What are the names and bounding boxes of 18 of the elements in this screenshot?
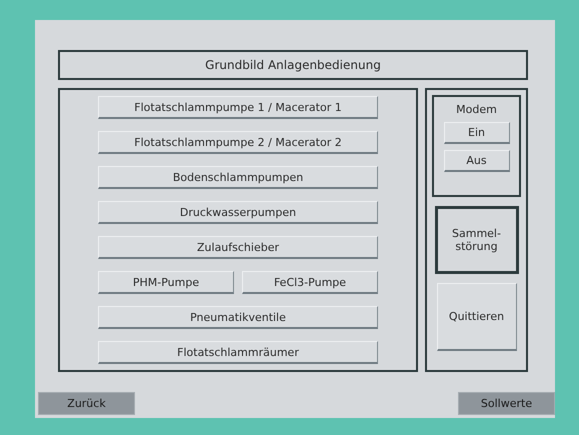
menu-button[interactable]: Bodenschlammpumpen (98, 166, 378, 189)
menu-button[interactable]: Zulaufschieber (98, 236, 378, 259)
menu-button[interactable]: Flotatschlammpumpe 2 / Macerator 2 (98, 131, 378, 154)
menu-button[interactable]: Druckwasserpumpen (98, 201, 378, 224)
modem-button[interactable]: Ein (444, 122, 510, 144)
back-button[interactable]: Zurück (38, 392, 135, 415)
menu-button[interactable]: FeCl3-Pumpe (242, 271, 378, 294)
menu-button[interactable]: Flotatschlammräumer (98, 341, 378, 364)
menu-button[interactable]: Pneumatikventile (98, 306, 378, 329)
menu-button[interactable]: PHM-Pumpe (98, 271, 234, 294)
menu-button[interactable]: Flotatschlammpumpe 1 / Macerator 1 (98, 96, 378, 119)
modem-button[interactable]: Aus (444, 150, 510, 172)
setpoints-button[interactable]: Sollwerte (458, 392, 555, 415)
alarm-label: Sammel- (452, 227, 501, 240)
alarm-label: störung (455, 240, 498, 253)
acknowledge-button[interactable]: Quittieren (436, 283, 516, 351)
modem-label: Modem (456, 103, 497, 116)
screen-title: Grundbild Anlagenbedienung (58, 50, 528, 80)
